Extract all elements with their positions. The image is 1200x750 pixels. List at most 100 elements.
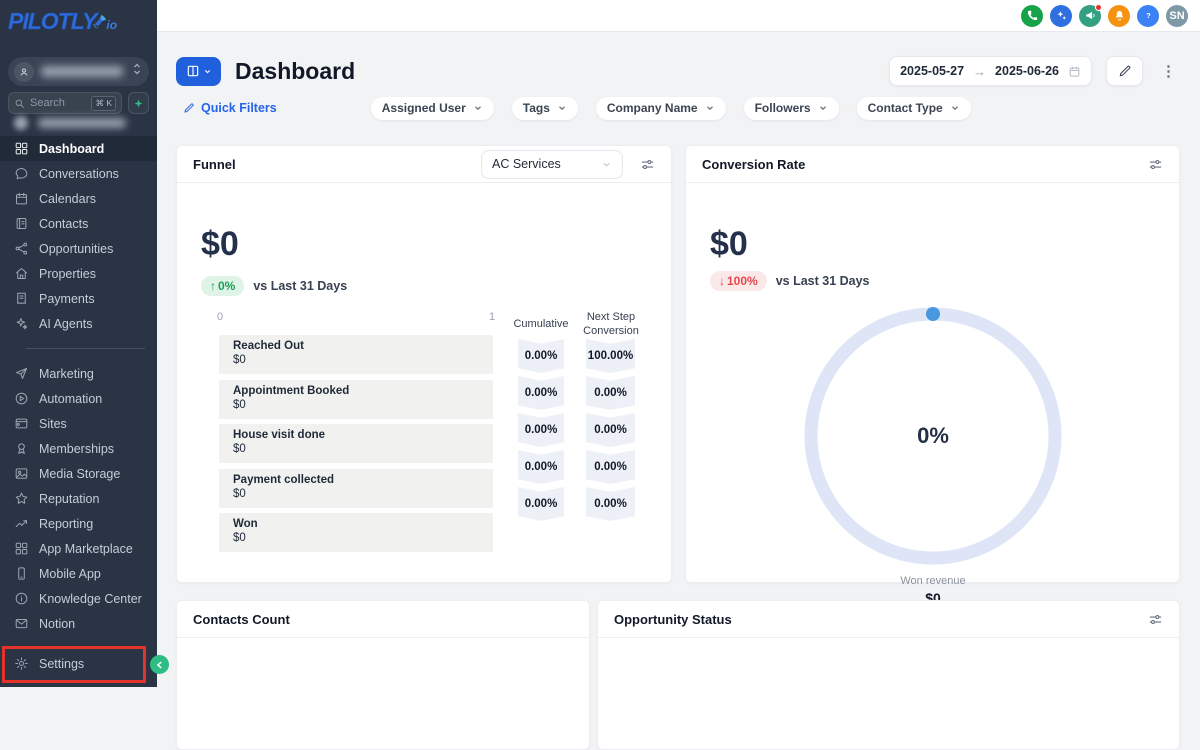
next-step-conversion-cell-5: 0.00% — [586, 487, 635, 521]
funnel-card-title: Funnel — [193, 156, 236, 172]
sidebar-nav-main: Dashboard Conversations Calendars Contacts O… — [0, 136, 157, 336]
dashboard-icon — [14, 141, 29, 156]
sidebar-item-mobile-app[interactable]: Mobile App — [0, 561, 157, 586]
conversion-delta-note: vs Last 31 Days — [775, 274, 870, 288]
opportunity-status-settings-icon[interactable] — [1148, 612, 1163, 627]
date-end: 2025-06-26 — [995, 64, 1059, 78]
filter-pill-company-name[interactable]: Company Name — [595, 96, 726, 120]
funnel-total-value: $0 — [201, 225, 239, 263]
funnel-stage-appointment-booked[interactable]: Appointment Booked $0 — [219, 379, 493, 419]
notion-icon — [14, 616, 29, 631]
account-name-redacted — [41, 66, 123, 77]
svg-text:?: ? — [1146, 11, 1151, 20]
more-options-button[interactable]: ⋮ — [1157, 64, 1180, 79]
conversion-delta-badge: ↓ 100% — [710, 271, 767, 291]
funnel-stage-won[interactable]: Won $0 — [219, 513, 493, 552]
media-storage-icon — [14, 466, 29, 481]
funnel-pipeline-select[interactable]: AC Services — [481, 149, 623, 179]
sidebar-divider — [26, 348, 145, 349]
sidebar-item-ai-agents[interactable]: AI Agents — [0, 311, 157, 336]
sidebar-item-memberships[interactable]: Memberships — [0, 436, 157, 461]
sidebar-item-notion[interactable]: Notion — [0, 611, 157, 636]
funnel-axis-max: 1 — [489, 311, 496, 323]
sidebar-item-dashboard[interactable]: Dashboard — [0, 136, 157, 161]
filter-pill-assigned-user[interactable]: Assigned User — [370, 96, 494, 120]
funnel-stage-house-visit-done[interactable]: House visit done $0 — [219, 424, 493, 463]
filters-row: Quick Filters Assigned User Tags Company N… — [183, 96, 1180, 120]
phone-icon[interactable] — [1021, 4, 1043, 27]
sidebar-item-sites[interactable]: Sites — [0, 411, 157, 436]
sidebar: PILOTLY io Search ⌘ K Dashboard Conversa… — [0, 0, 157, 687]
chevron-down-icon — [204, 69, 210, 73]
sidebar-nav-secondary: Marketing Automation Sites Memberships Media… — [0, 361, 157, 636]
page-header: Dashboard 2025-05-27 → 2025-06-26 ⋮ — [176, 54, 1180, 88]
next-step-conversion-cell-2: 0.00% — [586, 376, 635, 410]
sidebar-item-opportunities[interactable]: Opportunities — [0, 236, 157, 261]
cumulative-cell-2: 0.00% — [518, 376, 564, 410]
filter-pill-tags[interactable]: Tags — [511, 96, 578, 120]
cumulative-cell-1: 0.00% — [518, 339, 564, 373]
filter-pill-followers[interactable]: Followers — [743, 96, 839, 120]
sidebar-item-marketing[interactable]: Marketing — [0, 361, 157, 386]
funnel-card-header: Funnel AC Services — [177, 146, 671, 183]
sidebar-item-knowledge-center[interactable]: Knowledge Center — [0, 586, 157, 611]
notifications-bell-icon[interactable] — [1108, 4, 1130, 27]
dashboard-layout-button[interactable] — [176, 56, 221, 86]
contacts-icon — [14, 216, 29, 231]
announcements-icon[interactable] — [1079, 3, 1102, 27]
marketing-icon — [14, 366, 29, 381]
memberships-icon — [14, 441, 29, 456]
search-icon — [15, 99, 24, 108]
cumulative-column-header: Cumulative — [513, 318, 569, 330]
topbar: ? SN — [157, 0, 1200, 32]
user-avatar[interactable]: SN — [1166, 4, 1188, 27]
conversion-total-value: $0 — [710, 225, 748, 263]
ai-agents-icon — [14, 316, 29, 331]
chevron-down-icon — [474, 106, 481, 111]
sidebar-collapse-button[interactable] — [150, 655, 169, 674]
funnel-settings-icon[interactable] — [640, 157, 655, 172]
brand-logo[interactable]: PILOTLY io — [8, 8, 117, 35]
search-placeholder: Search — [30, 97, 65, 109]
funnel-card-body: $0 ↑ 0% vs Last 31 Days 0 1 Reached Out $0… — [177, 183, 671, 583]
sidebar-item-calendars[interactable]: Calendars — [0, 186, 157, 211]
next-step-column: 100.00% 0.00% 0.00% 0.00% 0.00% — [586, 339, 635, 524]
reporting-icon — [14, 516, 29, 531]
page-title: Dashboard — [235, 57, 356, 84]
settings-icon — [14, 656, 29, 671]
sidebar-item-media-storage[interactable]: Media Storage — [0, 461, 157, 486]
edit-dashboard-button[interactable] — [1106, 56, 1143, 86]
conversion-settings-icon[interactable] — [1148, 157, 1163, 172]
date-range-picker[interactable]: 2025-05-27 → 2025-06-26 — [889, 56, 1092, 86]
funnel-card: Funnel AC Services $0 ↑ 0% vs Last 31 Day… — [176, 145, 672, 583]
app-marketplace-icon — [14, 541, 29, 556]
sidebar-item-properties[interactable]: Properties — [0, 261, 157, 286]
next-step-conversion-cell-1: 100.00% — [586, 339, 635, 373]
account-switcher[interactable] — [8, 57, 149, 86]
sidebar-item-reporting[interactable]: Reporting — [0, 511, 157, 536]
sidebar-item-app-marketplace[interactable]: App Marketplace — [0, 536, 157, 561]
calendars-icon — [14, 191, 29, 206]
sidebar-item-automation[interactable]: Automation — [0, 386, 157, 411]
chevron-down-icon — [603, 162, 610, 167]
sparkle-icon — [134, 98, 143, 108]
sidebar-item-redacted[interactable] — [0, 113, 157, 133]
funnel-stage-reached-out[interactable]: Reached Out $0 — [219, 335, 493, 374]
sidebar-item-conversations[interactable]: Conversations — [0, 161, 157, 186]
brand-name: PILOTLY — [8, 8, 98, 35]
funnel-stage-payment-collected[interactable]: Payment collected $0 — [219, 468, 493, 508]
funnel-delta-badge: ↑ 0% — [201, 276, 245, 296]
help-icon[interactable]: ? — [1137, 4, 1159, 27]
ai-search-button[interactable] — [128, 92, 149, 114]
filter-pill-contact-type[interactable]: Contact Type — [856, 96, 971, 120]
ai-tools-icon[interactable] — [1050, 4, 1072, 27]
opportunity-status-header: Opportunity Status — [598, 601, 1179, 638]
sidebar-item-reputation[interactable]: Reputation — [0, 486, 157, 511]
search-input[interactable]: Search ⌘ K — [8, 92, 122, 114]
sidebar-item-contacts[interactable]: Contacts — [0, 211, 157, 236]
sidebar-item-payments[interactable]: Payments — [0, 286, 157, 311]
sidebar-item-settings[interactable]: Settings — [0, 651, 157, 676]
opportunity-status-title: Opportunity Status — [614, 611, 732, 627]
quick-filters-button[interactable]: Quick Filters — [183, 101, 277, 115]
opportunity-status-card: Opportunity Status — [597, 600, 1180, 750]
